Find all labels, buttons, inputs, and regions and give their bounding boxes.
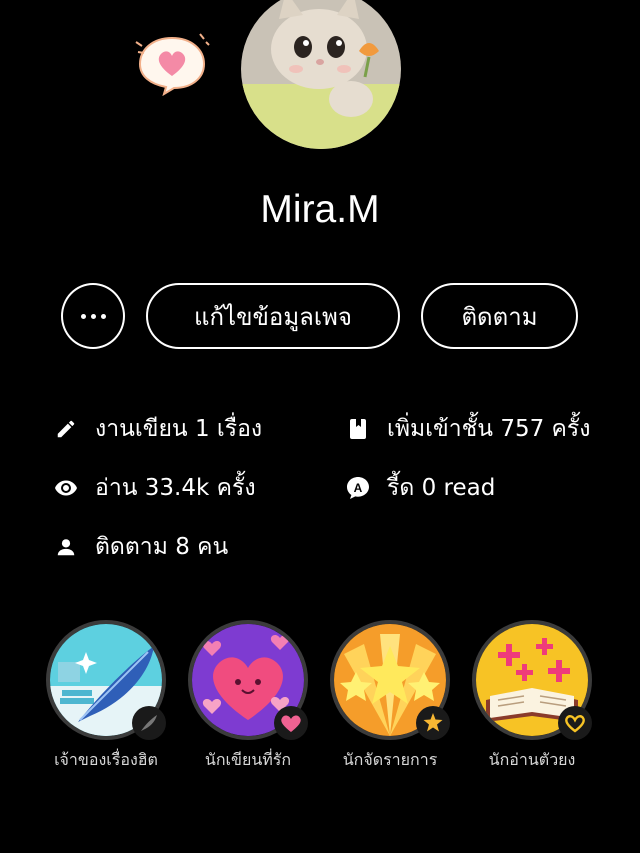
quill-icon [132,706,166,740]
stat-works: งานเขียน 1 เรื่อง [53,411,262,447]
badge-label: นักจัดรายการ [342,750,438,769]
follow-button[interactable]: ติดตาม [421,283,578,349]
badge-avid-reader[interactable]: นักอ่านตัวยง [470,620,594,773]
pencil-icon [53,416,79,442]
person-icon [53,534,79,560]
stat-reads: อ่าน 33.4k ครั้ง [53,470,256,506]
cat-avatar-image [241,0,401,149]
profile-name: Mira.M [260,188,380,231]
more-dots-icon [80,313,106,319]
stat-shelf: เพิ่มเข้าชั้น 757 ครั้ง [345,411,591,447]
read-bubble-icon: A [345,475,371,501]
more-options-button[interactable] [61,283,125,349]
badge-label: เจ้าของเรื่องฮิต [54,750,158,769]
heart-outline-icon [558,706,592,740]
stat-works-text: งานเขียน 1 เรื่อง [95,416,263,442]
badge-curator[interactable]: นักจัดรายการ [328,620,452,773]
badge-hit-story-owner[interactable]: เจ้าของเรื่องฮิต [44,620,168,773]
edit-page-button[interactable]: แก้ไขข้อมูลเพจ [146,283,400,349]
stat-shelf-text: เพิ่มเข้าชั้น 757 ครั้ง [387,416,591,442]
heart-icon [274,706,308,740]
stat-read-count: A รี้ด 0 read [345,470,495,506]
profile-avatar[interactable] [241,0,401,149]
stat-read-count-text: รี้ด 0 read [387,475,496,501]
badge-beloved-writer[interactable]: นักเขียนที่รัก [186,620,310,773]
star-icon [416,706,450,740]
eye-icon [53,475,79,501]
svg-text:A: A [354,481,363,495]
badge-label: นักอ่านตัวยง [488,750,576,769]
badge-label: นักเขียนที่รัก [204,750,292,769]
stat-followers-text: ติดตาม 8 คน [95,534,229,560]
heart-sticker-icon [134,32,210,97]
stat-reads-text: อ่าน 33.4k ครั้ง [95,475,256,501]
stat-followers: ติดตาม 8 คน [53,529,228,565]
bookmark-book-icon [345,416,371,442]
